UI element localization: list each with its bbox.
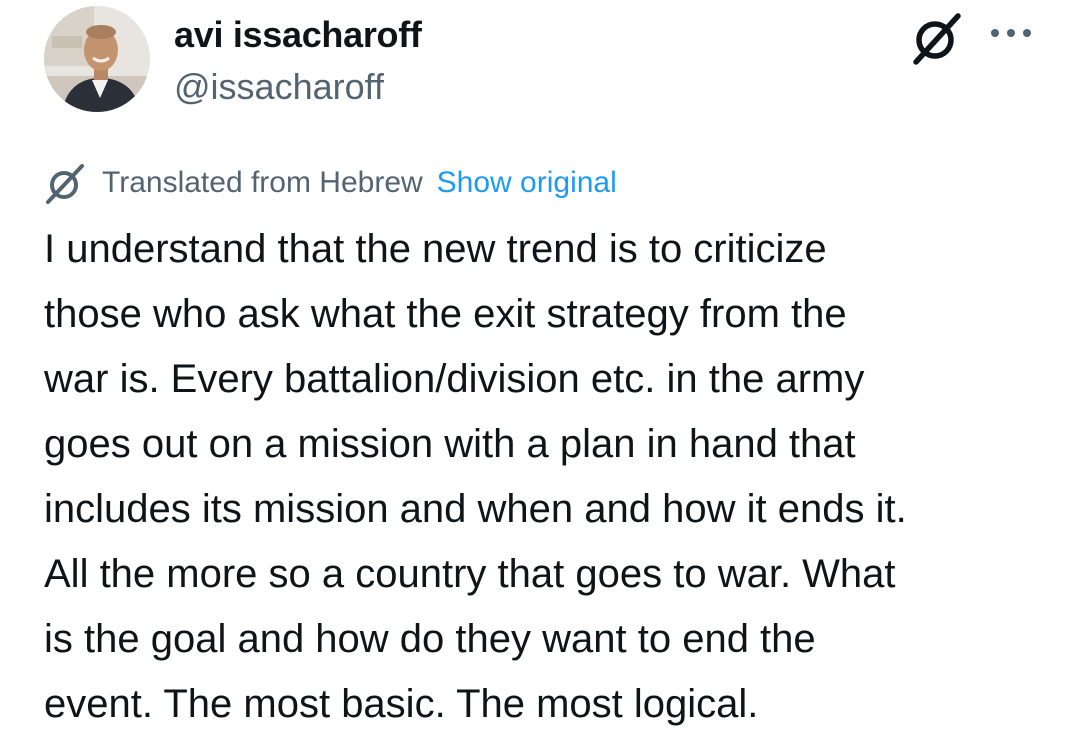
tweet-text-line: I understand that the new trend is to cr… xyxy=(44,227,827,271)
tweet-text-line: includes its mission and when and how it… xyxy=(44,487,907,531)
avatar-photo xyxy=(44,6,150,112)
tweet-text-line: goes out on a mission with a plan in han… xyxy=(44,422,856,466)
translation-notice: Translated from Hebrew Show original xyxy=(44,160,617,206)
tweet-text: I understand that the new trend is to cr… xyxy=(44,217,1054,737)
grok-icon[interactable] xyxy=(908,10,964,66)
tweet-text-line: All the more so a country that goes to w… xyxy=(44,552,896,596)
more-options-icon[interactable] xyxy=(988,22,1034,44)
translate-icon xyxy=(44,162,86,204)
author-display-name[interactable]: avi issacharoff xyxy=(174,14,422,56)
tweet-text-line: event. The most basic. The most logical. xyxy=(44,682,759,726)
author-handle[interactable]: @issacharoff xyxy=(174,66,384,108)
tweet-text-line: is the goal and how do they want to end … xyxy=(44,617,816,661)
translation-label: Translated from Hebrew xyxy=(102,166,423,199)
avatar[interactable] xyxy=(44,6,150,112)
show-original-link[interactable]: Show original xyxy=(437,166,617,200)
tweet-text-line: those who ask what the exit strategy fro… xyxy=(44,292,847,336)
tweet-text-line: war is. Every battalion/division etc. in… xyxy=(44,357,865,401)
